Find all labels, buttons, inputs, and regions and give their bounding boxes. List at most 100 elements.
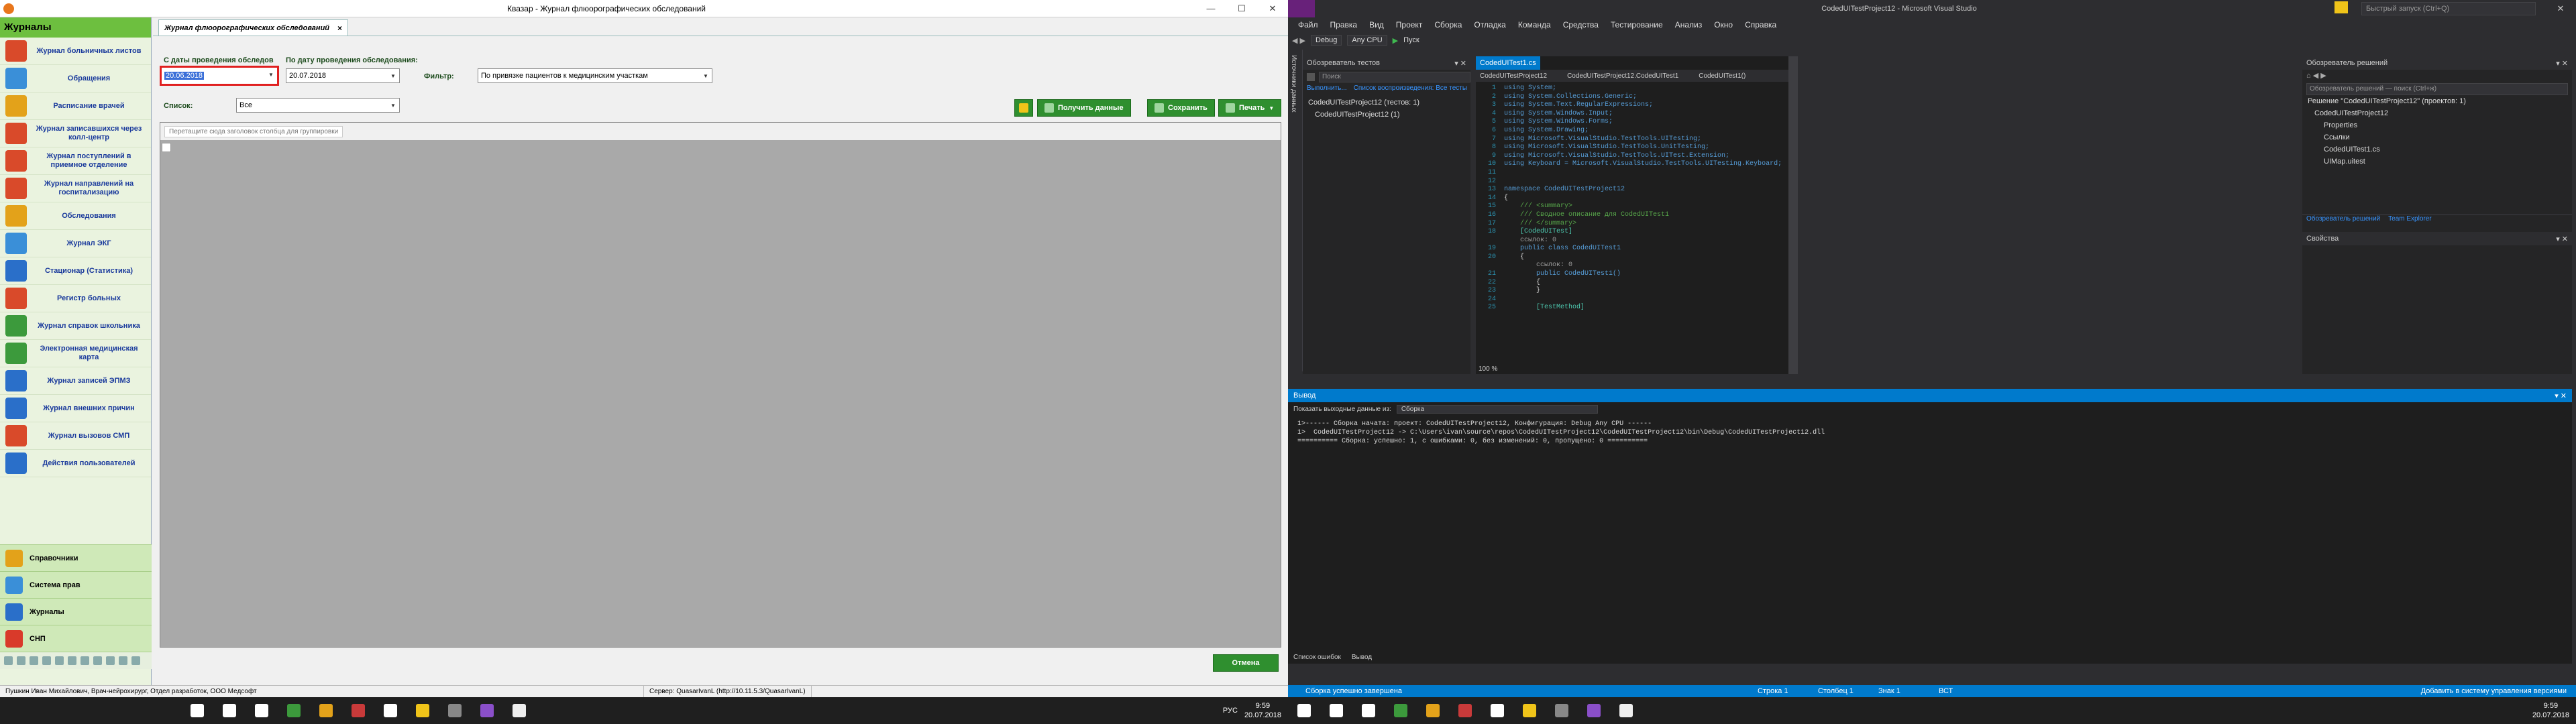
nav-back-icon[interactable]: ◀ ▶ bbox=[1292, 36, 1305, 45]
taskbar-button[interactable] bbox=[246, 697, 278, 724]
list-select[interactable]: Все ▼ bbox=[236, 98, 400, 113]
sol-tree-item[interactable]: Ссылки bbox=[2308, 131, 2572, 143]
chevron-down-icon[interactable]: ▼ bbox=[388, 70, 398, 81]
datasources-tab[interactable]: Источники данных bbox=[1288, 50, 1299, 118]
chevron-down-icon[interactable]: ▼ bbox=[1269, 105, 1274, 111]
row-indicator[interactable] bbox=[162, 143, 171, 152]
minimize-icon[interactable]: — bbox=[1195, 0, 1226, 17]
sidebar-group[interactable]: СНП bbox=[0, 625, 152, 652]
close-icon[interactable]: ✕ bbox=[1257, 0, 1288, 17]
editor-scrollbar[interactable] bbox=[1788, 56, 1798, 374]
sol-tree-item[interactable]: Properties bbox=[2308, 119, 2572, 131]
chevron-down-icon[interactable]: ▼ bbox=[388, 100, 398, 111]
sol-tree-item[interactable]: Решение "CodedUITestProject12" (проектов… bbox=[2308, 95, 2572, 107]
editor-nav-dropdown[interactable]: CodedUITest1() bbox=[1699, 72, 1746, 80]
sol-tab[interactable]: Обозреватель решений bbox=[2306, 215, 2380, 227]
mini-icon[interactable] bbox=[119, 656, 127, 665]
sol-tree-item[interactable]: CodedUITest1.cs bbox=[2308, 143, 2572, 156]
group-panel[interactable]: Перетащите сюда заголовок столбца для гр… bbox=[160, 123, 1281, 140]
taskbar-button[interactable] bbox=[471, 697, 503, 724]
taskbar-button[interactable] bbox=[1610, 697, 1642, 724]
output-source-select[interactable]: Сборка bbox=[1396, 404, 1598, 414]
taskbar-button[interactable] bbox=[1352, 697, 1385, 724]
menu-item[interactable]: Команда bbox=[1512, 20, 1557, 29]
bottom-tab[interactable]: Список ошибок bbox=[1293, 654, 1341, 661]
taskbar-button[interactable] bbox=[503, 697, 535, 724]
filter-select[interactable]: По привязке пациентов к медицинским учас… bbox=[478, 68, 712, 83]
mini-icon[interactable] bbox=[30, 656, 38, 665]
save-button[interactable]: Сохранить bbox=[1147, 99, 1215, 117]
sidebar-item[interactable]: Журнал вызовов СМП bbox=[0, 422, 151, 450]
mini-icon[interactable] bbox=[131, 656, 140, 665]
feedback-flag-icon[interactable] bbox=[2334, 1, 2348, 13]
get-data-button[interactable]: Получить данные bbox=[1037, 99, 1131, 117]
menu-item[interactable]: Средства bbox=[1557, 20, 1605, 29]
sidebar-item[interactable]: Действия пользователей bbox=[0, 450, 151, 477]
sidebar-item[interactable]: Журнал записей ЭПМЗ bbox=[0, 367, 151, 395]
mini-icon[interactable] bbox=[17, 656, 25, 665]
close-icon[interactable]: ✕ bbox=[2545, 0, 2576, 17]
sidebar-item[interactable]: Журнал справок школьника bbox=[0, 312, 151, 340]
taskbar-button[interactable] bbox=[310, 697, 342, 724]
sidebar-item[interactable]: Журнал больничных листов bbox=[0, 38, 151, 65]
sidebar-group[interactable]: Система прав bbox=[0, 571, 152, 598]
maximize-icon[interactable]: ☐ bbox=[1226, 0, 1257, 17]
platform-select[interactable]: Any CPU bbox=[1347, 35, 1387, 46]
sidebar-group[interactable]: Журналы bbox=[0, 598, 152, 625]
pin-icon[interactable]: ▾ ✕ bbox=[2555, 391, 2567, 400]
clock[interactable]: 9:59 20.07.2018 bbox=[2532, 701, 2569, 720]
tab-close-icon[interactable]: × bbox=[337, 23, 342, 33]
taskbar-button[interactable] bbox=[1320, 697, 1352, 724]
date-from-picker[interactable]: 20.06.2018 ▼ bbox=[160, 66, 279, 86]
menu-item[interactable]: Файл bbox=[1292, 20, 1324, 29]
filter-funnel-button[interactable] bbox=[1014, 99, 1033, 117]
menu-item[interactable]: Справка bbox=[1739, 20, 1782, 29]
mini-icon[interactable] bbox=[106, 656, 115, 665]
menu-item[interactable]: Тестирование bbox=[1605, 20, 1669, 29]
sidebar-item[interactable]: Журнал записавшихся через колл-центр bbox=[0, 120, 151, 147]
mini-icon[interactable] bbox=[4, 656, 13, 665]
sidebar-item[interactable]: Журнал ЭКГ bbox=[0, 230, 151, 257]
taskbar-button[interactable] bbox=[374, 697, 407, 724]
run-button[interactable]: Пуск bbox=[1403, 36, 1419, 44]
output-text[interactable]: 1>------ Сборка начата: проект: CodedUIT… bbox=[1288, 416, 2572, 450]
results-grid[interactable]: Перетащите сюда заголовок столбца для гр… bbox=[160, 122, 1281, 648]
sidebar-item[interactable]: Расписание врачей bbox=[0, 93, 151, 120]
taskbar-button[interactable] bbox=[439, 697, 471, 724]
date-to-picker[interactable]: 20.07.2018 ▼ bbox=[286, 68, 400, 83]
taskbar-button[interactable] bbox=[1578, 697, 1610, 724]
sidebar-item[interactable]: Регистр больных bbox=[0, 285, 151, 312]
menu-item[interactable]: Правка bbox=[1324, 20, 1364, 29]
print-button[interactable]: Печать ▼ bbox=[1218, 99, 1282, 117]
test-item-node[interactable]: CodedUITestProject12 (1) bbox=[1308, 109, 1470, 121]
tab-codeduitest1[interactable]: CodedUITest1.cs bbox=[1476, 56, 1540, 70]
menu-item[interactable]: Вид bbox=[1363, 20, 1390, 29]
pin-icon[interactable]: ▾ ✕ bbox=[2556, 59, 2568, 68]
zoom-level[interactable]: 100 % bbox=[1479, 365, 1497, 373]
taskbar-button[interactable] bbox=[1546, 697, 1578, 724]
sidebar-item[interactable]: Электронная медицинская карта bbox=[0, 340, 151, 367]
taskbar-button[interactable] bbox=[407, 697, 439, 724]
editor-nav-dropdown[interactable]: CodedUITestProject12.CodedUITest1 bbox=[1567, 72, 1678, 80]
menu-item[interactable]: Анализ bbox=[1669, 20, 1709, 29]
sidebar-item[interactable]: Стационар (Статистика) bbox=[0, 257, 151, 285]
group-icon[interactable] bbox=[1307, 73, 1315, 81]
sol-search-input[interactable]: Обозреватель решений — поиск (Ctrl+ж) bbox=[2306, 83, 2568, 95]
sidebar-group[interactable]: Справочники bbox=[0, 544, 152, 571]
mini-icon[interactable] bbox=[68, 656, 76, 665]
menu-item[interactable]: Окно bbox=[1708, 20, 1739, 29]
taskbar-button[interactable] bbox=[1481, 697, 1513, 724]
taskbar-button[interactable] bbox=[1417, 697, 1449, 724]
code-area[interactable]: 1 using System; 2 using System.Collections.… bbox=[1476, 82, 1798, 312]
pin-icon[interactable]: ▾ ✕ bbox=[1454, 59, 1466, 68]
mini-icon[interactable] bbox=[93, 656, 102, 665]
chevron-down-icon[interactable]: ▼ bbox=[266, 69, 276, 80]
taskbar-button[interactable] bbox=[181, 697, 213, 724]
run-icon[interactable]: ▶ bbox=[1393, 36, 1398, 45]
test-search-input[interactable]: Поиск bbox=[1319, 72, 1470, 82]
clock[interactable]: 9:59 20.07.2018 bbox=[1244, 701, 1281, 720]
sidebar-item[interactable]: Журнал направлений на госпитализацию bbox=[0, 175, 151, 202]
tab-fluoro-journal[interactable]: Журнал флюорографических обследований × bbox=[158, 19, 349, 36]
lang-indicator[interactable]: РУС bbox=[1223, 707, 1238, 715]
menu-item[interactable]: Отладка bbox=[1468, 20, 1511, 29]
